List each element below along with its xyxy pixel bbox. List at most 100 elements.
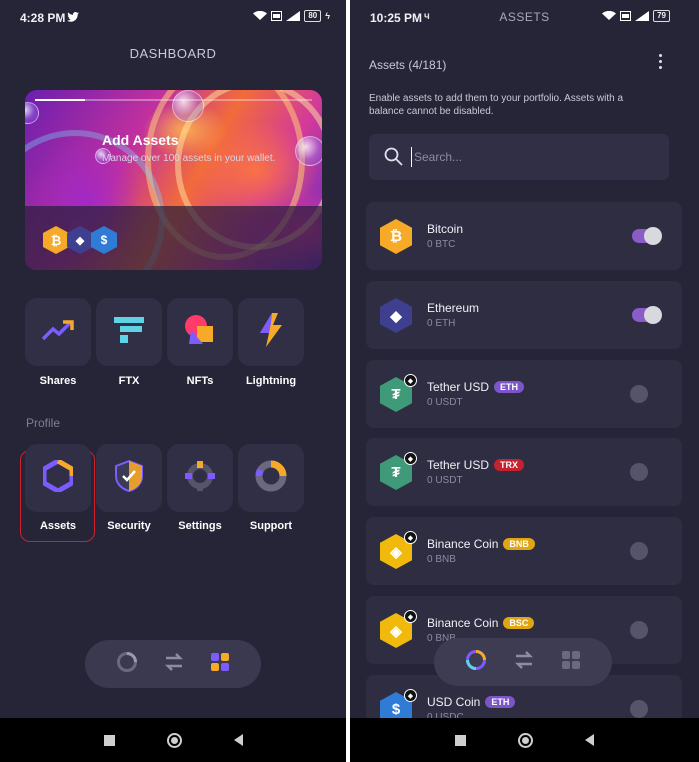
add-assets-banner[interactable]: ₿ ◆ $ <box>25 90 322 270</box>
ftx-icon <box>114 316 144 348</box>
volte-icon <box>271 11 283 21</box>
banner-title: Add Assets <box>102 132 179 148</box>
asset-enable-toggle[interactable] <box>630 621 660 639</box>
lifebuoy-icon <box>255 460 287 497</box>
asset-balance: 0 USDT <box>427 475 463 486</box>
search-input[interactable] <box>411 147 651 167</box>
network-tag: ETH <box>494 381 525 393</box>
bottom-nav <box>434 638 612 686</box>
asset-enable-toggle[interactable] <box>632 227 662 245</box>
asset-balance: 0 BNB <box>427 554 456 565</box>
status-time: 4:28 PM <box>20 11 66 25</box>
shares-label: Shares <box>39 375 77 387</box>
network-badge-icon: ◆ <box>404 689 417 702</box>
asset-enable-toggle[interactable] <box>632 306 662 324</box>
bottom-nav <box>85 640 261 688</box>
support-tile[interactable] <box>238 444 304 512</box>
asset-name: Ethereum <box>427 301 480 315</box>
status-bar: 4:28 PM 80 ϟ <box>0 0 346 36</box>
recents-button[interactable] <box>455 734 466 746</box>
profile-section-label: Profile <box>26 416 61 430</box>
exchange-nav-icon[interactable] <box>514 650 534 674</box>
back-button[interactable] <box>233 734 243 746</box>
asset-row[interactable]: ◈ ◆ Binance Coin BNB 0 BNB <box>366 517 682 585</box>
asset-row[interactable]: ₮ ◆ Tether USD ETH 0 USDT <box>366 360 682 428</box>
network-tag: TRX <box>494 459 525 471</box>
asset-balance: 0 BTC <box>427 239 456 250</box>
recents-button[interactable] <box>103 734 115 746</box>
assets-screen: 10:25 PM ч 79 ASSETS Assets (4/181) Enab… <box>350 0 699 762</box>
asset-enable-toggle[interactable] <box>630 463 660 481</box>
network-tag: ETH <box>485 696 516 708</box>
back-button[interactable] <box>585 734 594 746</box>
android-nav-bar <box>350 718 699 762</box>
asset-name: Tether USD <box>427 380 490 394</box>
nft-icon <box>183 314 217 351</box>
ftx-tile[interactable] <box>96 298 162 366</box>
asset-name: Binance Coin <box>427 616 499 630</box>
network-badge-icon: ◆ <box>404 531 417 544</box>
lightning-tile[interactable] <box>238 298 304 366</box>
portfolio-nav-icon[interactable] <box>116 651 138 678</box>
twitter-icon <box>67 11 79 25</box>
asset-coin-icon: ◆ <box>380 298 412 333</box>
asset-row[interactable]: ◆ Ethereum 0 ETH <box>366 281 682 349</box>
asset-coin-icon: ₿ <box>380 219 412 254</box>
asset-name: Bitcoin <box>427 222 464 236</box>
page-title: ASSETS <box>499 10 550 24</box>
asset-name: Tether USD <box>427 458 490 472</box>
asset-enable-toggle[interactable] <box>630 385 660 403</box>
android-nav-bar <box>0 718 346 762</box>
search-icon <box>384 147 403 171</box>
network-badge-icon: ◆ <box>404 610 417 623</box>
exchange-nav-icon[interactable] <box>164 652 184 676</box>
asset-enable-toggle[interactable] <box>630 700 660 718</box>
assets-icon <box>41 457 75 497</box>
security-label: Security <box>107 520 151 532</box>
apps-nav-icon[interactable] <box>561 650 581 675</box>
portfolio-nav-icon[interactable] <box>465 649 487 676</box>
banner-progress-fill <box>35 99 85 101</box>
network-badge-icon: ◆ <box>404 452 417 465</box>
shares-tile[interactable] <box>25 298 91 366</box>
network-tag: BNB <box>503 538 535 550</box>
asset-enable-toggle[interactable] <box>630 542 660 560</box>
banner-progress <box>35 99 312 101</box>
battery-indicator: 80 <box>304 10 322 22</box>
lightning-label: Lightning <box>245 375 297 387</box>
banner-subtitle: Manage over 100 assets in your wallet. <box>102 153 276 164</box>
assets-label: Assets <box>39 520 77 532</box>
wifi-icon <box>253 11 268 21</box>
network-tag: BSC <box>503 617 535 629</box>
page-title: DASHBOARD <box>129 46 217 61</box>
settings-label: Settings <box>178 520 222 532</box>
lightning-icon <box>258 312 284 352</box>
home-button[interactable] <box>518 732 533 748</box>
more-options-icon[interactable] <box>657 54 663 69</box>
shield-icon <box>115 459 143 497</box>
charging-icon: ϟ <box>325 11 330 21</box>
assets-description: Enable assets to add them to your portfo… <box>369 93 624 117</box>
asset-row[interactable]: ₿ Bitcoin 0 BTC <box>366 202 682 270</box>
nfts-label: NFTs <box>186 375 214 387</box>
assets-tile[interactable] <box>25 444 91 512</box>
asset-balance: 0 USDT <box>427 397 463 408</box>
support-label: Support <box>249 520 293 532</box>
assets-count: Assets (4/181) <box>369 58 447 72</box>
trending-up-icon <box>41 319 75 346</box>
screenshot: 4:28 PM 80 ϟ DASHBOARD ₿ ◆ $ Add Assets … <box>0 0 699 762</box>
dashboard-screen: 4:28 PM 80 ϟ DASHBOARD ₿ ◆ $ Add Assets … <box>0 0 346 762</box>
apps-nav-icon[interactable] <box>210 652 230 677</box>
signal-icon <box>286 11 301 21</box>
nfts-tile[interactable] <box>167 298 233 366</box>
asset-row[interactable]: ₮ ◆ Tether USD TRX 0 USDT <box>366 438 682 506</box>
asset-name: Binance Coin <box>427 537 499 551</box>
search-box[interactable] <box>369 134 669 180</box>
security-tile[interactable] <box>96 444 162 512</box>
settings-tile[interactable] <box>167 444 233 512</box>
asset-balance: 0 ETH <box>427 318 456 329</box>
asset-name: USD Coin <box>427 695 481 709</box>
home-button[interactable] <box>166 732 182 748</box>
network-badge-icon: ◆ <box>404 374 417 387</box>
gear-icon <box>184 460 216 497</box>
